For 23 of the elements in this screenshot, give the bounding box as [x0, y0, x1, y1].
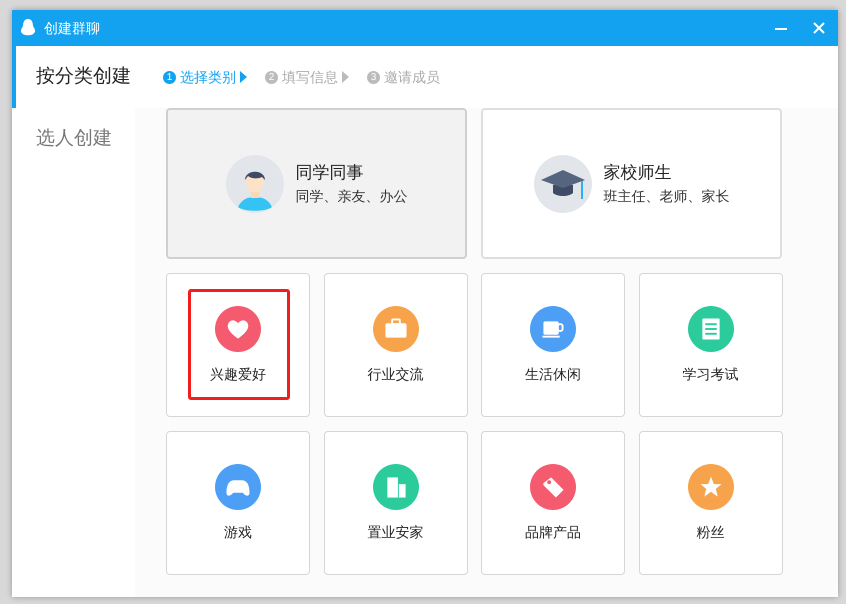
window-title: 创建群聊 — [44, 18, 101, 38]
sidebar-item[interactable]: 选人创建 — [12, 108, 135, 170]
category-tile[interactable]: 生活休闲 — [481, 273, 625, 417]
close-icon[interactable] — [812, 21, 826, 35]
step-indicator: 3 邀请成员 — [367, 66, 440, 88]
category-tile[interactable]: 粉丝 — [638, 431, 782, 575]
category-tile[interactable]: 置业安家 — [324, 431, 468, 575]
penguin-icon — [20, 19, 36, 37]
category-card[interactable]: 家校师生 班主任、老师、家长 — [481, 108, 782, 259]
card-title: 家校师生 — [604, 162, 672, 184]
step-indicator: 2 填写信息 — [265, 66, 349, 88]
category-tile[interactable]: 行业交流 — [324, 273, 468, 417]
step-indicator: 1 选择类别 — [163, 66, 247, 88]
card-subtitle: 同学、亲友、办公 — [296, 186, 408, 206]
card-title: 同学同事 — [296, 162, 364, 184]
category-card[interactable]: 同学同事 同学、亲友、办公 — [166, 108, 467, 259]
category-tile[interactable]: 兴趣爱好 — [166, 273, 310, 417]
graduation-cap-icon — [534, 154, 592, 212]
category-tile[interactable]: 游戏 — [166, 431, 310, 575]
category-tile[interactable]: 学习考试 — [638, 273, 782, 417]
category-tile[interactable]: 品牌产品 — [481, 431, 625, 575]
card-subtitle: 班主任、老师、家长 — [604, 186, 730, 206]
person-avatar-icon — [226, 154, 284, 212]
